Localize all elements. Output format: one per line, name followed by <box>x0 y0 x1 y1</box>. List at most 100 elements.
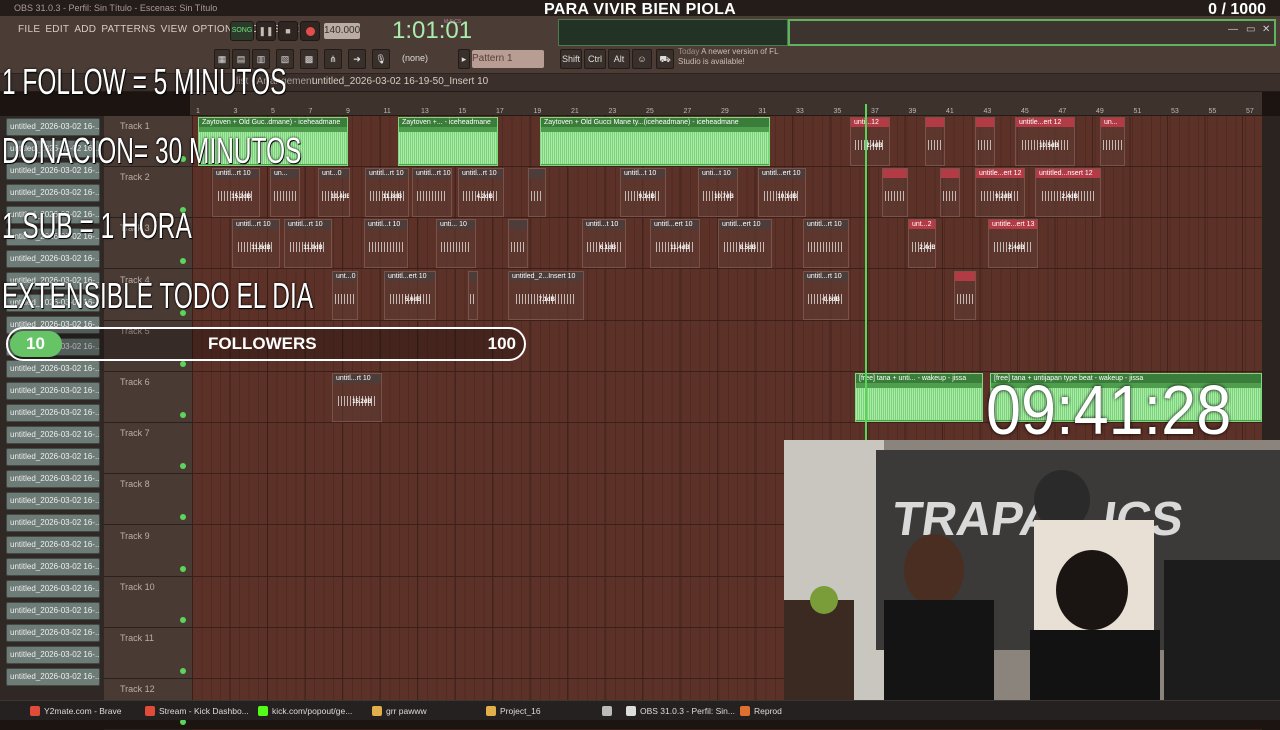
audio-clip[interactable]: Zaytoven +... - iceheadmane <box>398 117 498 166</box>
audio-clip[interactable]: untitl...rt 10 -0.6dB <box>803 270 849 320</box>
audio-clip[interactable]: untitle...ert 12 9.2dB <box>975 168 1025 218</box>
audio-clip[interactable]: untitl...ert 10 5.6dB <box>384 270 436 320</box>
microphone-icon[interactable]: 🎙 <box>372 49 390 69</box>
browser-item[interactable]: untitled_2026-03-02 16-... <box>6 668 100 686</box>
audio-clip[interactable]: unt...0 <box>332 270 358 320</box>
browser-item[interactable]: untitled_2026-03-02 16-... <box>6 646 100 664</box>
minimize-icon[interactable]: — <box>1228 24 1238 35</box>
audio-clip[interactable]: untitl...ert 10 8.5dB <box>718 219 772 269</box>
shift-button[interactable]: Shift <box>560 49 582 69</box>
audio-clip[interactable] <box>882 168 908 218</box>
audio-clip[interactable]: untitl...t 10 6.1dB <box>582 219 626 269</box>
browser-item[interactable]: untitled_2026-03-02 16-... <box>6 492 100 510</box>
audio-clip[interactable]: unti...12 2.4dB <box>850 117 890 166</box>
audio-clip[interactable] <box>528 168 546 218</box>
audio-clip[interactable]: unti... 10 <box>436 219 476 269</box>
taskbar-item[interactable]: Stream - Kick Dashbo... <box>145 704 249 718</box>
audio-clip[interactable]: untitl...rt 10 11.6dB <box>232 219 280 269</box>
audio-clip[interactable] <box>925 117 945 166</box>
audio-clip[interactable]: un... <box>270 168 300 218</box>
mixer-icon[interactable]: ▩ <box>300 49 318 69</box>
audio-clip[interactable]: untitl...ert 10 11.4dB <box>650 219 700 269</box>
alt-button[interactable]: Alt <box>608 49 630 69</box>
track-header[interactable]: Track 6 <box>104 372 192 423</box>
menu-item-add[interactable]: ADD <box>74 24 96 35</box>
close-icon[interactable]: ✕ <box>1262 24 1270 35</box>
cart-icon[interactable]: ⛟ <box>656 49 674 69</box>
browser-item[interactable]: untitled_2026-03-02 16-... <box>6 448 100 466</box>
audio-clip[interactable]: un... <box>1100 117 1125 166</box>
browser-item[interactable]: untitled_2026-03-02 16-... <box>6 404 100 422</box>
taskbar-item[interactable]: Project_16 <box>486 704 541 718</box>
playhead[interactable] <box>865 104 867 444</box>
audio-clip[interactable] <box>468 270 478 320</box>
browser-item[interactable]: untitled_2026-03-02 16-... <box>6 184 100 202</box>
taskbar-item[interactable]: kick.com/popout/ge... <box>258 704 352 718</box>
audio-clip[interactable] <box>954 270 976 320</box>
audio-clip[interactable]: untitl...rt 10 4.2dB <box>458 168 504 218</box>
audio-clip[interactable]: untitled...nsert 12 2.4dB <box>1035 168 1101 218</box>
track-header[interactable]: Track 9 <box>104 526 192 577</box>
browser-item[interactable]: untitled_2026-03-02 16-... <box>6 536 100 554</box>
audio-clip[interactable] <box>940 168 960 218</box>
audio-clip[interactable]: untitl...rt 10 11.9dB <box>284 219 332 269</box>
track-header[interactable]: Track 8 <box>104 474 192 526</box>
audio-clip[interactable]: untitl...rt 10 15.2dB <box>332 373 382 422</box>
browser-item[interactable]: untitled_2026-03-02 16-... <box>6 558 100 576</box>
browser-item[interactable]: untitled_2026-03-02 16-... <box>6 250 100 268</box>
track-active-indicator[interactable] <box>180 565 186 572</box>
audio-clip[interactable]: [free] tana + unti... - wakeup - jissa <box>855 373 983 422</box>
browser-item[interactable]: untitled_2026-03-02 16-... <box>6 514 100 532</box>
taskbar-item[interactable]: OBS 31.0.3 - Perfil: Sin... <box>626 704 735 718</box>
track-active-indicator[interactable] <box>180 668 186 674</box>
browser-item[interactable]: untitled_2026-03-02 16-... <box>6 580 100 598</box>
ctrl-button[interactable]: Ctrl <box>584 49 606 69</box>
menu-item-edit[interactable]: EDIT <box>45 24 69 35</box>
audio-clip[interactable]: untitl...t 10 <box>364 219 408 269</box>
audio-clip[interactable]: untitle...ert 13 2.4dB <box>988 219 1038 269</box>
menu-item-file[interactable]: FILE <box>18 24 40 35</box>
track-active-indicator[interactable] <box>180 412 186 418</box>
audio-clip[interactable]: untitle...ert 12 10.5dB <box>1015 117 1075 166</box>
taskbar-item[interactable]: grr pawww <box>372 704 427 718</box>
browser-item[interactable]: untitled_2026-03-02 16-... <box>6 426 100 444</box>
taskbar-item[interactable] <box>602 704 616 718</box>
audio-clip[interactable] <box>975 117 995 166</box>
track-active-indicator[interactable] <box>180 719 186 726</box>
audio-clip[interactable]: unti...t 10 10.7dB <box>698 168 738 218</box>
taskbar-item[interactable]: Reprod <box>740 704 782 718</box>
audio-clip[interactable]: untitl...ert 10 10.1dB <box>758 168 806 218</box>
plugin-icon[interactable]: ⋔ <box>324 49 342 69</box>
audio-clip[interactable]: untitl...rt 10 <box>412 168 452 218</box>
audio-clip[interactable]: untitled_2...Insert 10 7.1dB <box>508 270 584 320</box>
record-button[interactable] <box>300 21 320 41</box>
audio-clip[interactable]: unt...0 10.4dB <box>318 168 350 218</box>
news-panel[interactable]: Today A newer version of FL Studio is av… <box>678 47 798 71</box>
menu-item-view[interactable]: VIEW <box>161 24 188 35</box>
track-active-indicator[interactable] <box>180 258 186 265</box>
timeline-ruler[interactable]: 1 3 5 7 9 11 13 15 17 19 21 23 25 27 29 31 33 35 37 39 41 43 4… <box>190 92 1262 116</box>
pattern-selector[interactable]: Pattern 1 <box>472 50 544 68</box>
track-active-indicator[interactable] <box>180 514 186 521</box>
audio-clip[interactable]: untitl...rt 10 <box>803 219 849 269</box>
audio-clip[interactable]: untitl...rt 10 11.8dB <box>365 168 409 218</box>
maximize-icon[interactable]: ▭ <box>1246 24 1255 35</box>
track-header[interactable]: Track 11 <box>104 628 192 679</box>
playlist-overview[interactable] <box>788 19 1276 46</box>
browser-item[interactable]: untitled_2026-03-02 16-... <box>6 470 100 488</box>
audio-clip[interactable] <box>508 219 528 269</box>
audio-clip[interactable]: Zaytoven + Old Gucci Mane ty...(iceheadm… <box>540 117 770 166</box>
browser-item[interactable]: untitled_2026-03-02 16-... <box>6 602 100 620</box>
pattern-arrow-icon[interactable]: ▸ <box>458 49 470 69</box>
recording-input-select[interactable]: (none) <box>402 53 428 63</box>
track-header[interactable]: Track 7 <box>104 423 192 475</box>
browser-item[interactable]: untitled_2026-03-02 16-... <box>6 624 100 642</box>
song-mode-button[interactable]: SONG <box>230 21 254 41</box>
track-active-indicator[interactable] <box>180 463 186 470</box>
menu-item-patterns[interactable]: PATTERNS <box>101 24 155 35</box>
browser-item[interactable]: untitled_2026-03-02 16-... <box>6 382 100 400</box>
arrow-icon[interactable]: ➜ <box>348 49 366 69</box>
browser-item[interactable]: untitled_2026-03-02 16-... <box>6 360 100 378</box>
track-active-indicator[interactable] <box>180 616 186 623</box>
audio-clip[interactable]: unt...2 2.4dB <box>908 219 936 269</box>
